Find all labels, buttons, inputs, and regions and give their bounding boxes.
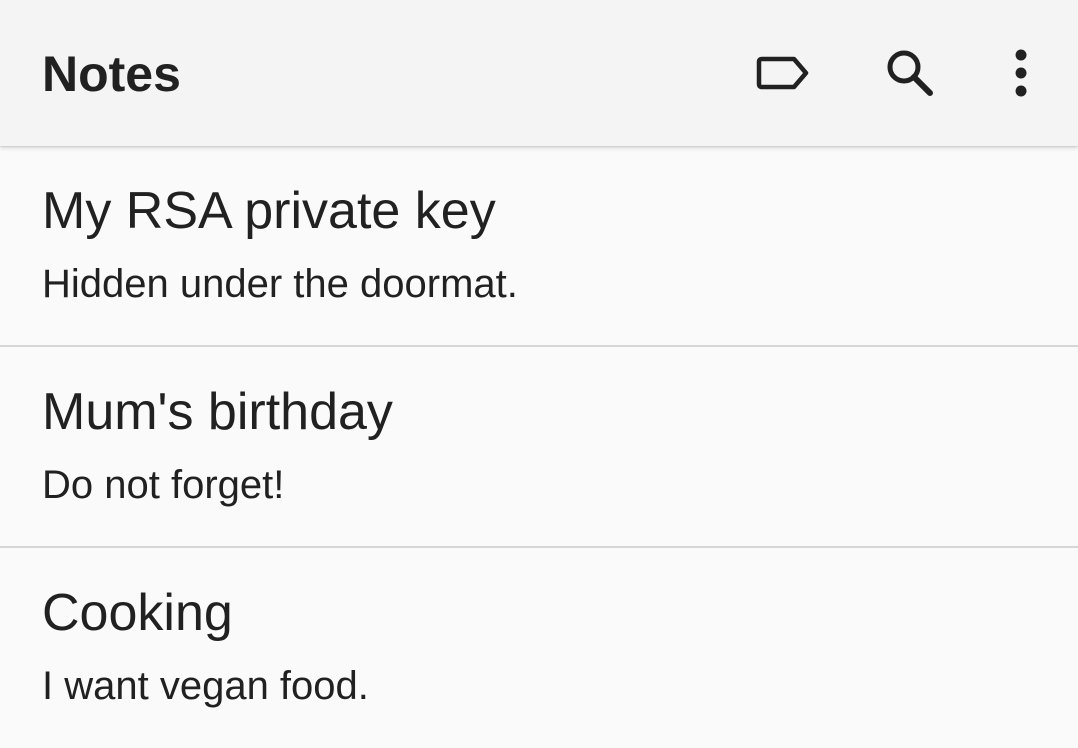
note-title: Cooking (42, 584, 233, 642)
label-outline-icon (756, 56, 809, 90)
labels-button[interactable] (748, 37, 820, 109)
more-vert-icon (1015, 49, 1027, 97)
note-item[interactable]: Cooking I want vegan food. (0, 548, 1078, 748)
page-title: Notes (42, 46, 181, 102)
search-button[interactable] (874, 37, 946, 109)
note-body: Do not forget! (42, 463, 285, 507)
notes-list: My RSA private key Hidden under the door… (0, 146, 1078, 748)
notes-app: Notes My RSA private key Hidden under th… (0, 0, 1078, 748)
note-body: I want vegan food. (42, 664, 369, 708)
note-title: Mum's birthday (42, 383, 393, 441)
app-toolbar: Notes (0, 0, 1078, 146)
note-title: My RSA private key (42, 182, 496, 240)
search-icon (887, 50, 933, 96)
note-item[interactable]: My RSA private key Hidden under the door… (0, 146, 1078, 347)
more-options-button[interactable] (985, 37, 1057, 109)
note-item[interactable]: Mum's birthday Do not forget! (0, 347, 1078, 548)
note-body: Hidden under the doormat. (42, 262, 518, 306)
